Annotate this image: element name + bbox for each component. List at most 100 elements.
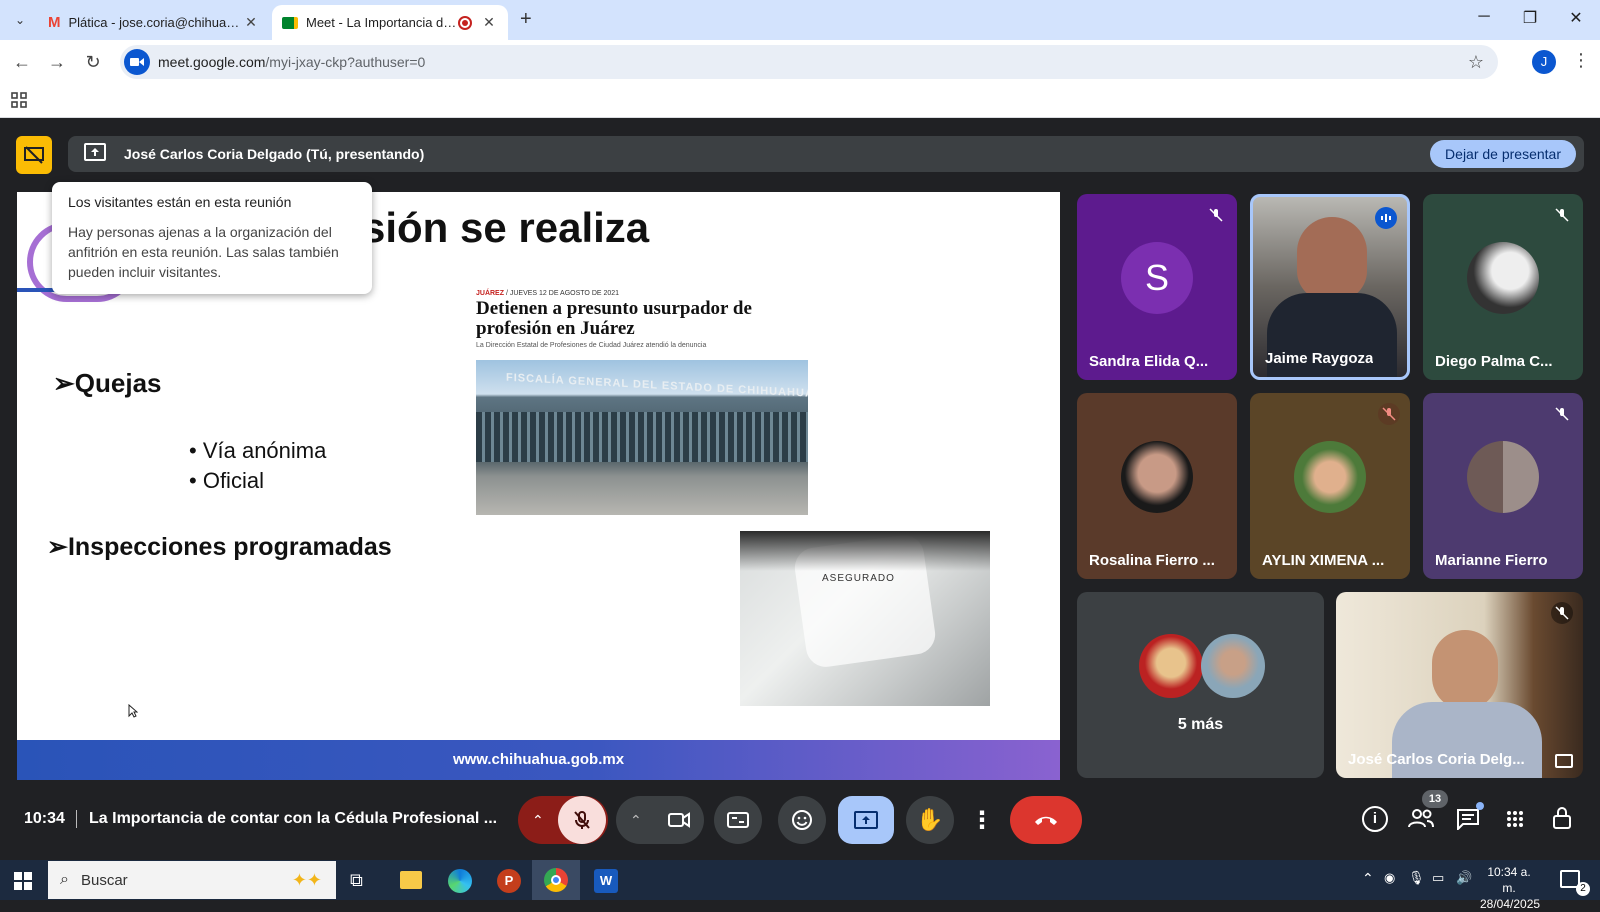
people-button[interactable]	[1408, 808, 1434, 833]
slide-heading-line1: sión se realiza	[362, 204, 650, 251]
present-button[interactable]	[838, 796, 894, 844]
meeting-info-icon[interactable]: i	[1362, 806, 1388, 832]
apps-grid-icon	[1507, 811, 1523, 827]
tray-volume-icon[interactable]: 🔊	[1456, 870, 1472, 886]
forward-icon[interactable]: →	[45, 50, 69, 74]
tray-chevron-icon[interactable]: ⌃	[1362, 870, 1374, 887]
minimize-icon[interactable]: ─	[1462, 8, 1506, 26]
tooltip-body: Hay personas ajenas a la organización de…	[68, 224, 339, 280]
phone-hangup-icon	[1035, 816, 1057, 825]
activities-button[interactable]	[1506, 810, 1524, 833]
browser-tab-strip: ⌄ M Plática - jose.coria@chihuahua.gob.m…	[0, 0, 1600, 40]
news-headline: Detienen a presunto usurpador de profesi…	[476, 298, 752, 339]
tab-gmail[interactable]: M Plática - jose.coria@chihuahua.gob.mx …	[38, 5, 270, 40]
participant-tile[interactable]: AYLIN XIMENA ...	[1250, 393, 1410, 579]
visitors-tooltip: Los visitantes están en esta reunión Hay…	[52, 182, 372, 294]
mic-off-icon	[574, 811, 590, 829]
title-divider	[76, 810, 77, 828]
task-view-icon[interactable]: ⧉	[350, 870, 363, 891]
raise-hand-button[interactable]: ✋	[906, 796, 954, 844]
edge-icon[interactable]	[448, 869, 472, 893]
host-controls-button[interactable]	[1552, 806, 1572, 835]
end-call-button[interactable]	[1010, 796, 1082, 844]
close-window-icon[interactable]: ✕	[1554, 8, 1598, 28]
recording-icon	[458, 15, 472, 30]
avatar	[1139, 634, 1203, 698]
close-tab-icon[interactable]: ✕	[480, 14, 498, 31]
gmail-icon: M	[48, 14, 61, 31]
mic-off-icon	[1551, 602, 1573, 624]
people-icon	[1408, 809, 1434, 828]
close-tab-icon[interactable]: ✕	[242, 14, 260, 31]
emoji-icon	[792, 810, 812, 830]
sub-bullet-anonima: • Vía anónima	[189, 438, 327, 463]
apps-grid-icon[interactable]	[11, 92, 27, 113]
word-icon[interactable]: W	[594, 869, 618, 893]
powerpoint-icon[interactable]: P	[497, 869, 521, 893]
news-subheadline: La Dirección Estatal de Profesiones de C…	[476, 342, 707, 349]
chrome-taskbar-button[interactable]	[532, 860, 580, 900]
stop-presenting-toggle[interactable]	[16, 136, 52, 174]
address-bar[interactable]: meet.google.com/myi-jxay-ckp?authuser=0 …	[120, 45, 1498, 79]
camera-button[interactable]: ⌃	[616, 796, 704, 844]
slide-footer-url: www.chihuahua.gob.mx	[17, 740, 1060, 780]
reload-icon[interactable]: ↻	[81, 50, 105, 74]
new-tab-button[interactable]: +	[520, 8, 532, 31]
search-placeholder: Buscar	[80, 871, 128, 889]
participant-name: Diego Palma C...	[1435, 353, 1553, 370]
participant-tile[interactable]: Diego Palma C...	[1423, 194, 1583, 380]
windows-taskbar: ⌕ Buscar ✦✦ ⧉ P W ⌃ ◉ 🎙 ▭ 🔊 10:34 a. m. …	[0, 860, 1600, 911]
pip-icon[interactable]	[1555, 754, 1573, 768]
presenting-label: José Carlos Coria Delgado (Tú, presentan…	[124, 146, 425, 162]
file-explorer-icon[interactable]	[400, 871, 422, 889]
taskbar-search[interactable]: ⌕ Buscar ✦✦	[48, 861, 336, 899]
taskbar-clock[interactable]: 10:34 a. m. 28/04/2025	[1480, 864, 1541, 912]
reactions-button[interactable]	[778, 796, 826, 844]
chat-icon	[1457, 809, 1479, 832]
participant-tile[interactable]: Jaime Raygoza	[1250, 194, 1410, 380]
more-participants-label: 5 más	[1177, 716, 1224, 733]
captions-button[interactable]	[714, 796, 762, 844]
tray-mic-icon[interactable]: 🎙	[1408, 870, 1425, 886]
stop-presenting-button[interactable]: Dejar de presentar	[1430, 140, 1576, 168]
more-options-button[interactable]: ⋮	[966, 796, 998, 844]
news-clipping: JUÁREZ / JUEVES 12 DE AGOSTO DE 2021 Det…	[476, 290, 816, 349]
chat-button[interactable]	[1456, 802, 1484, 835]
present-screen-icon	[84, 142, 106, 166]
meeting-title: La Importancia de contar con la Cédula P…	[89, 810, 498, 827]
participant-name: Sandra Elida Q...	[1089, 353, 1209, 370]
restore-icon[interactable]: ❐	[1508, 8, 1552, 28]
bookmark-star-icon[interactable]: ☆	[1468, 52, 1484, 73]
sub-bullet-oficial: • Oficial	[189, 468, 264, 493]
avatar: S	[1121, 242, 1193, 314]
url-text: meet.google.com/myi-jxay-ckp?authuser=0	[158, 54, 426, 70]
meet-site-icon[interactable]	[124, 49, 150, 75]
chrome-menu-icon[interactable]: ⋮	[1572, 50, 1590, 71]
avatar	[1201, 634, 1265, 698]
more-participants-tile[interactable]: 5 más	[1077, 592, 1324, 778]
clock-date: 28/04/2025	[1480, 897, 1541, 911]
participant-tile[interactable]: S Sandra Elida Q...	[1077, 194, 1237, 380]
chevron-up-icon: ⌃	[630, 811, 642, 828]
participant-tile[interactable]: Marianne Fierro	[1423, 393, 1583, 579]
logo-swoosh	[17, 288, 57, 292]
tab-search-chevron-icon[interactable]: ⌄	[10, 10, 30, 30]
tray-camera-icon[interactable]: ◉	[1384, 870, 1395, 886]
back-icon[interactable]: ←	[10, 50, 34, 74]
profile-avatar[interactable]: J	[1532, 50, 1556, 74]
mic-toggle-button[interactable]	[558, 796, 606, 844]
participant-name: Marianne Fierro	[1435, 552, 1548, 569]
tab-meet[interactable]: Meet - La Importancia de contar ✕	[272, 5, 508, 40]
video-face	[1432, 630, 1498, 710]
participant-tile[interactable]: Rosalina Fierro ...	[1077, 393, 1237, 579]
tray-network-icon[interactable]: ▭	[1432, 870, 1444, 886]
windows-start-icon[interactable]	[14, 872, 32, 895]
present-screen-icon	[854, 811, 878, 829]
clock-time: 10:34 a. m.	[1487, 865, 1531, 895]
chevron-up-icon: ⌃	[532, 811, 544, 828]
avatar	[1121, 441, 1193, 513]
self-view-tile[interactable]: José Carlos Coria Delg...	[1336, 592, 1583, 778]
mic-off-icon	[1551, 403, 1573, 425]
seized-bag-photo: ASEGURADO	[740, 531, 990, 706]
chat-unread-dot	[1476, 802, 1484, 810]
